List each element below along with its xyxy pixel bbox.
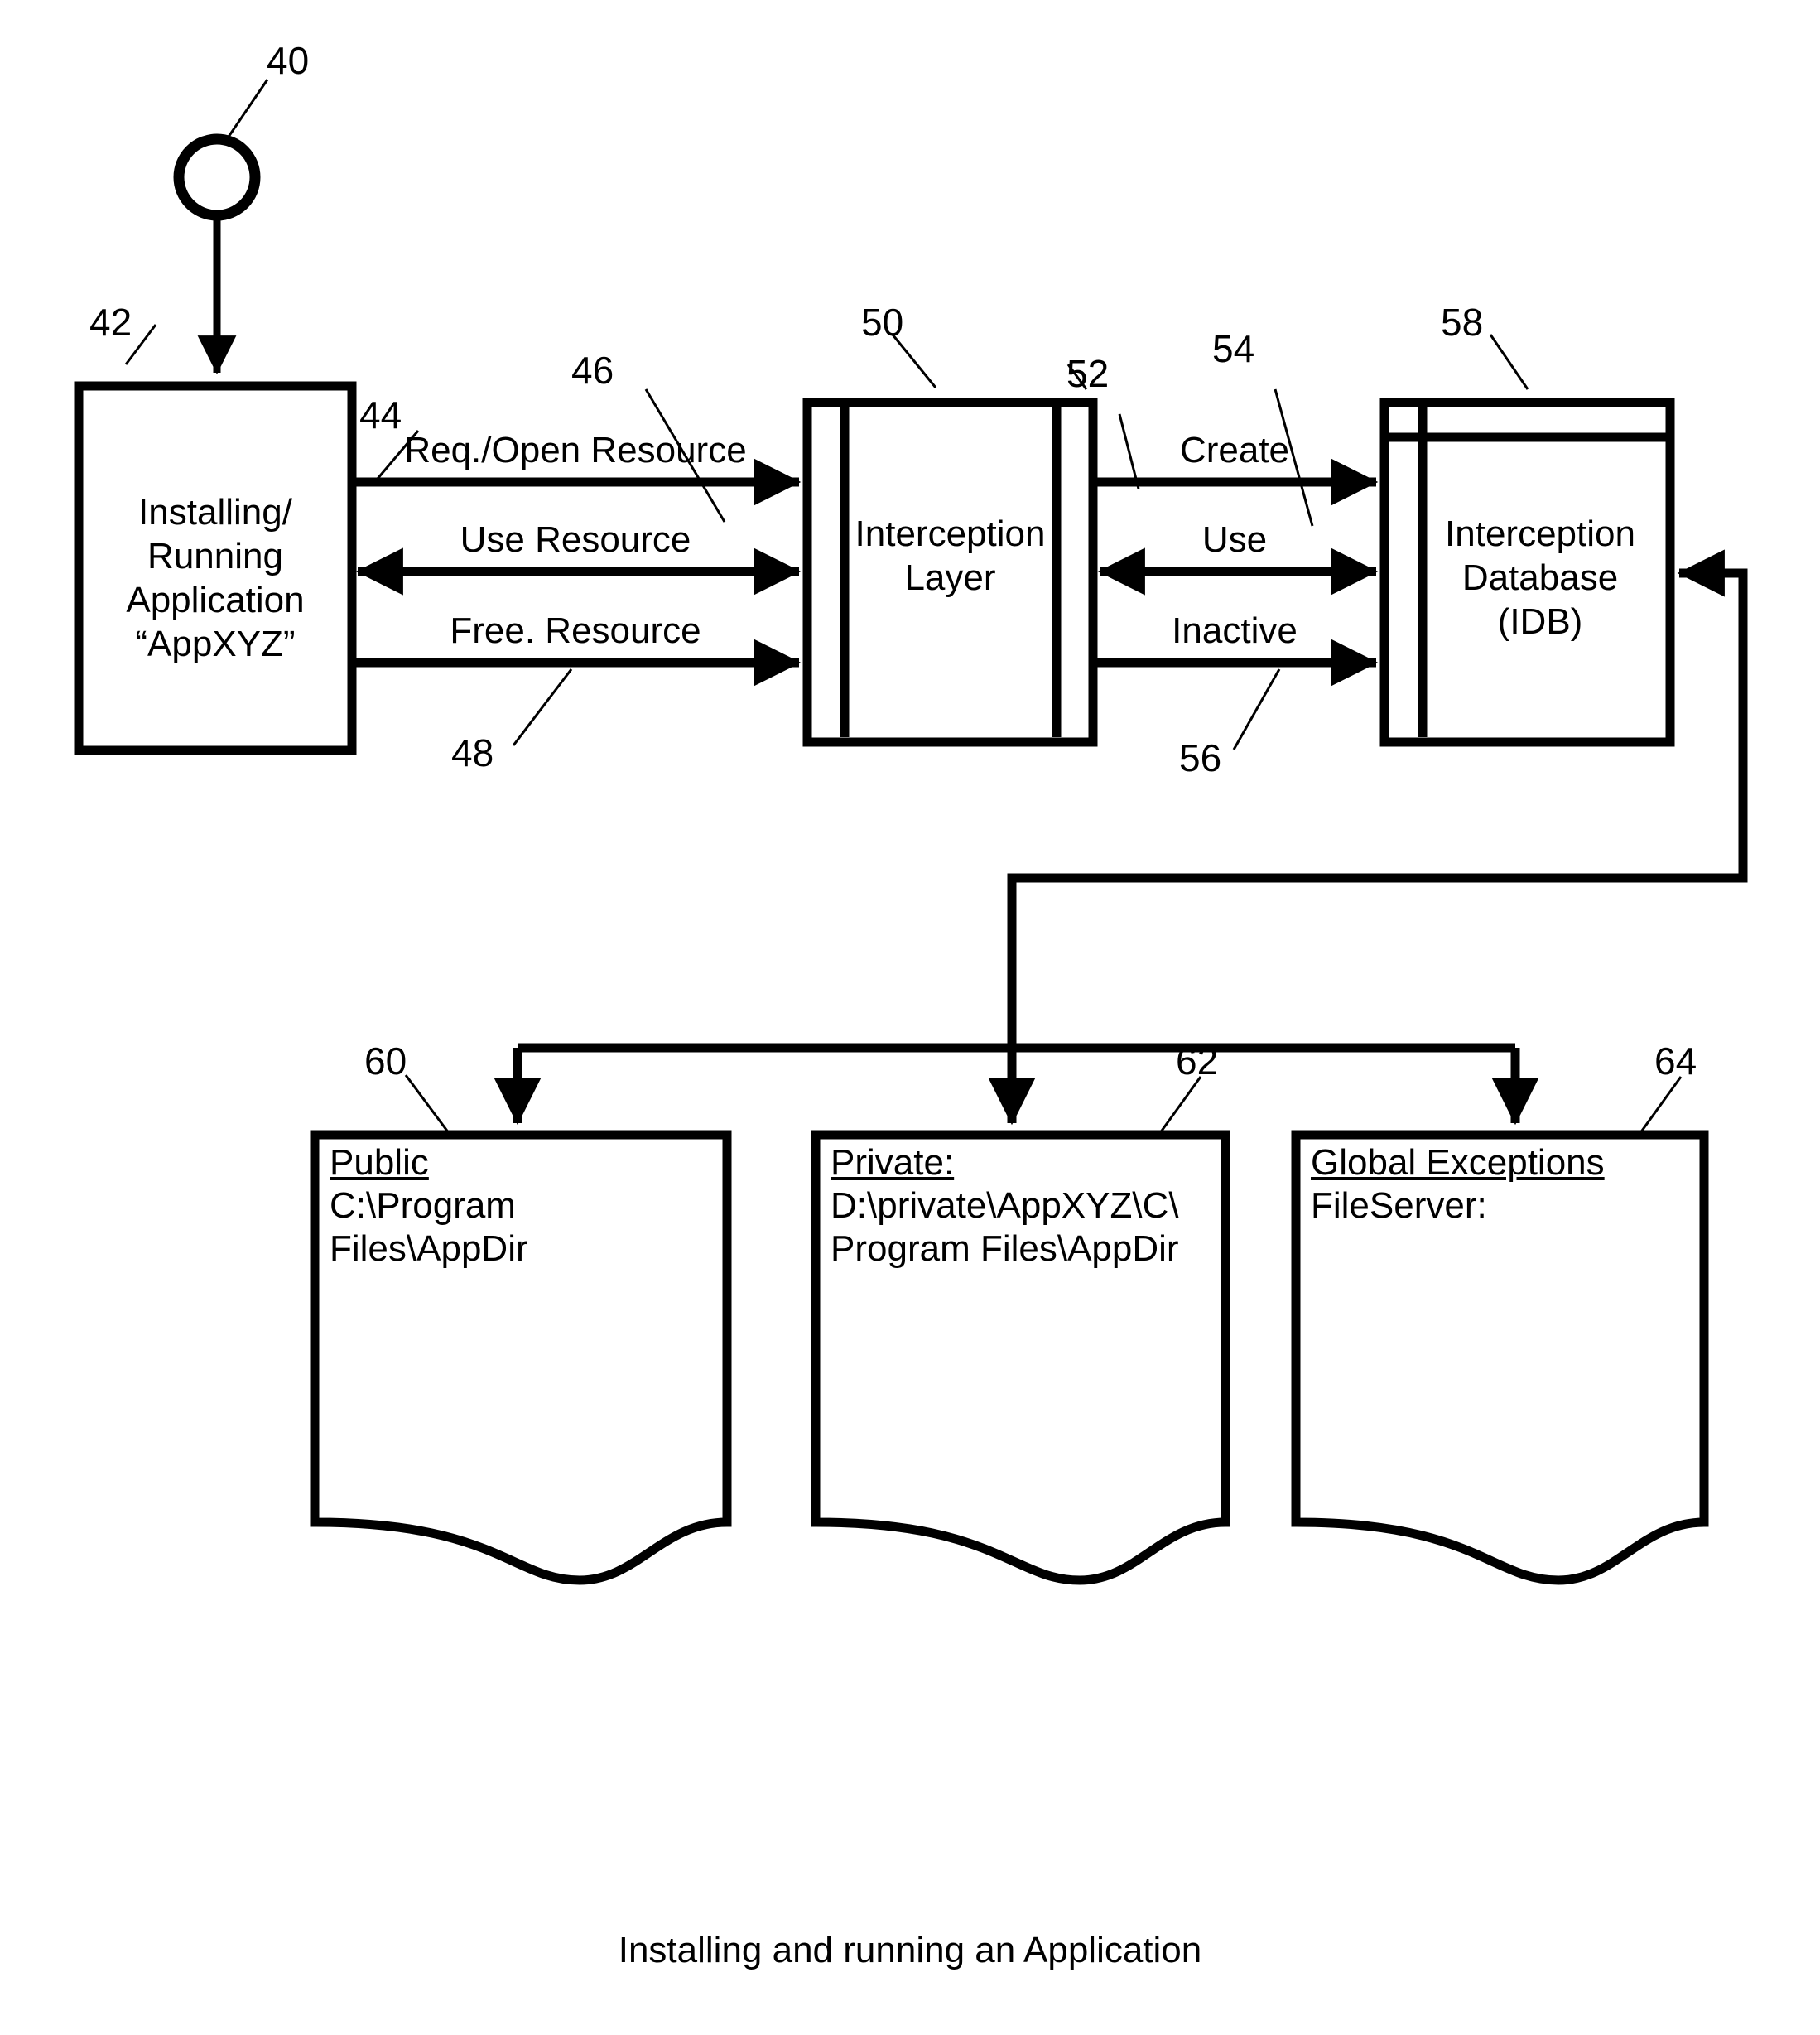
diagram-canvas <box>74 79 1748 1585</box>
ref-numeral-60: 60 <box>364 1039 407 1083</box>
inactive-label: Inactive <box>1172 610 1298 651</box>
private-document-text: Private: D:\private\AppXYZ\C\ Program Fi… <box>831 1141 1220 1271</box>
ref-numeral-56: 56 <box>1179 736 1222 779</box>
ref-numeral-54: 54 <box>1212 327 1255 370</box>
global-exceptions-document-body: FileServer: <box>1311 1185 1487 1226</box>
free-resource-label: Free. Resource <box>450 610 701 651</box>
req-open-resource-label: Req./Open Resource <box>404 430 747 470</box>
leader-line-64 <box>1636 1076 1683 1137</box>
leader-line-58 <box>1489 334 1529 390</box>
ref-numeral-58: 58 <box>1441 301 1484 344</box>
global-exceptions-document-text: Global Exceptions FileServer: <box>1311 1141 1700 1227</box>
interception-layer-box <box>802 398 1098 747</box>
leader-line-62 <box>1156 1076 1202 1137</box>
ref-numeral-44: 44 <box>359 393 402 436</box>
private-document-body: D:\private\AppXYZ\C\ Program Files\AppDi… <box>831 1185 1179 1269</box>
public-document-body: C:\Program Files\AppDir <box>330 1185 528 1269</box>
create-label: Create <box>1179 430 1290 470</box>
leader-line-48 <box>512 668 573 746</box>
start-circle <box>173 133 261 221</box>
patent-figure: 40 42 44 46 48 50 52 54 56 58 60 62 64 I… <box>0 0 1820 2035</box>
leader-line-56 <box>1232 668 1281 750</box>
figure-caption: Installing and running an Application <box>618 1930 1202 1970</box>
ref-numeral-48: 48 <box>451 731 494 774</box>
ref-numeral-46: 46 <box>571 349 614 392</box>
ref-numeral-52: 52 <box>1066 352 1110 395</box>
ref-numeral-64: 64 <box>1654 1039 1697 1083</box>
private-document-title: Private: <box>831 1142 955 1183</box>
application-box <box>74 381 357 755</box>
public-document-text: Public C:\Program Files\AppDir <box>330 1141 719 1271</box>
use-label: Use <box>1201 519 1268 560</box>
leader-line-60 <box>404 1074 453 1137</box>
ref-numeral-50: 50 <box>861 301 904 344</box>
use-resource-label: Use Resource <box>460 519 691 560</box>
ref-numeral-42: 42 <box>89 301 132 344</box>
ref-numeral-62: 62 <box>1176 1039 1219 1083</box>
interception-database-box <box>1379 398 1675 747</box>
ref-numeral-40: 40 <box>267 39 310 82</box>
public-document-title: Public <box>330 1142 429 1183</box>
leader-line-40 <box>225 79 269 140</box>
global-exceptions-document-title: Global Exceptions <box>1311 1142 1605 1183</box>
